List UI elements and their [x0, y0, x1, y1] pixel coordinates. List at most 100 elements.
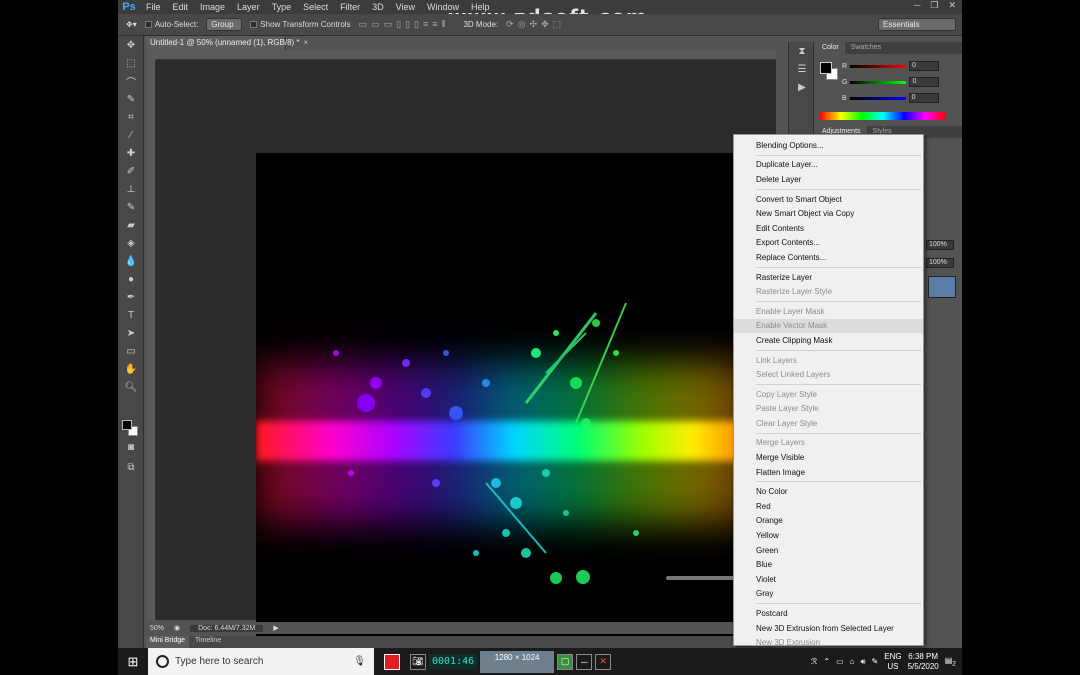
auto-select-checkbox[interactable]: Auto-Select:: [144, 20, 198, 29]
minimize-icon[interactable]: ─: [914, 0, 920, 11]
menu-image[interactable]: Image: [194, 2, 231, 12]
pen-icon[interactable]: ✎: [872, 657, 879, 666]
healing-brush-tool-icon[interactable]: ✚: [118, 144, 144, 162]
blue-value[interactable]: 0: [908, 93, 939, 103]
menu-layer[interactable]: Layer: [231, 2, 266, 12]
red-slider[interactable]: R 0: [842, 60, 940, 72]
network-icon[interactable]: ⌂: [850, 657, 855, 666]
red-value[interactable]: 0: [909, 61, 940, 71]
properties-panel-icon[interactable]: ☰: [789, 60, 815, 78]
status-arrow-icon[interactable]: ▶: [273, 624, 278, 632]
workspace-dropdown[interactable]: Essentials: [878, 18, 956, 31]
scale-3d-icon[interactable]: ⬚: [553, 19, 562, 30]
slide-3d-icon[interactable]: ✥: [541, 19, 549, 30]
align-top-icon[interactable]: ▭: [359, 19, 368, 30]
taskbar-app-red[interactable]: [380, 648, 404, 675]
drag-3d-icon[interactable]: ✣: [530, 19, 538, 30]
context-item-no-color[interactable]: No Color: [734, 484, 923, 499]
quick-select-tool-icon[interactable]: ✎: [118, 90, 144, 108]
context-item-yellow[interactable]: Yellow: [734, 528, 923, 543]
paint-bucket-tool-icon[interactable]: ◈: [118, 234, 144, 252]
align-bottom-icon[interactable]: ▭: [384, 19, 393, 30]
clock[interactable]: 6:38 PM 5/5/2020: [908, 652, 939, 672]
language-indicator[interactable]: ENG US: [884, 652, 901, 672]
windows-start-icon[interactable]: ⊞: [118, 648, 148, 675]
tray-chevron-icon[interactable]: ⌃: [823, 657, 830, 666]
recorder-minimize-icon[interactable]: ─: [576, 653, 593, 670]
document-info[interactable]: Doc: 6.44M/7.32M: [190, 624, 264, 632]
context-item-orange[interactable]: Orange: [734, 514, 923, 529]
menu-filter[interactable]: Filter: [334, 2, 366, 12]
context-item-blending-options[interactable]: Blending Options...: [734, 138, 923, 153]
align-right-icon[interactable]: ▯: [414, 19, 419, 30]
status-icon[interactable]: ◉: [174, 624, 180, 632]
history-panel-icon[interactable]: ⧗: [789, 42, 815, 60]
rotate-3d-icon[interactable]: ⟳: [506, 19, 514, 30]
menu-type[interactable]: Type: [266, 2, 298, 12]
lasso-tool-icon[interactable]: ⌒: [118, 72, 144, 90]
context-item-new-smart-object-via-copy[interactable]: New Smart Object via Copy: [734, 206, 923, 221]
blue-track[interactable]: [849, 96, 906, 100]
context-item-convert-to-smart-object[interactable]: Convert to Smart Object: [734, 192, 923, 207]
context-item-export-contents[interactable]: Export Contents...: [734, 236, 923, 251]
context-item-postcard[interactable]: Postcard: [734, 606, 923, 621]
menu-view[interactable]: View: [390, 2, 421, 12]
context-item-duplicate-layer[interactable]: Duplicate Layer...: [734, 158, 923, 173]
move-tool-icon[interactable]: ✥: [118, 36, 144, 54]
context-item-blue[interactable]: Blue: [734, 557, 923, 572]
green-track[interactable]: [850, 80, 907, 84]
panel-foreground-swatch[interactable]: [820, 62, 832, 74]
transform-controls-checkbox[interactable]: Show Transform Controls: [250, 20, 351, 29]
quick-mask-icon[interactable]: ◙: [118, 438, 144, 456]
screen-mode-icon[interactable]: ⧉: [118, 458, 144, 476]
color-spectrum[interactable]: [820, 112, 946, 120]
context-item-violet[interactable]: Violet: [734, 572, 923, 587]
notification-icon[interactable]: ▤2: [945, 656, 956, 668]
recorder-resolution[interactable]: 1280 × 1024: [480, 650, 555, 673]
actions-panel-icon[interactable]: ▶: [789, 78, 815, 96]
align-middle-icon[interactable]: ▭: [371, 19, 380, 30]
recorder-window-icon[interactable]: ▢: [557, 653, 574, 670]
layer-thumbnail[interactable]: [928, 276, 956, 298]
zoom-level[interactable]: 50%: [150, 625, 164, 632]
context-item-gray[interactable]: Gray: [734, 587, 923, 602]
context-item-merge-visible[interactable]: Merge Visible: [734, 450, 923, 465]
hand-tool-icon[interactable]: ✋: [118, 360, 144, 378]
blue-slider[interactable]: B 0: [842, 92, 939, 104]
volume-icon[interactable]: 🔊︎: [861, 657, 866, 667]
tab-color[interactable]: Color: [816, 42, 845, 54]
marquee-tool-icon[interactable]: ⬚: [118, 54, 144, 72]
crop-tool-icon[interactable]: ⌗: [118, 108, 144, 126]
tab-mini-bridge[interactable]: Mini Bridge: [146, 636, 190, 648]
history-brush-tool-icon[interactable]: ✎: [118, 198, 144, 216]
align-left-icon[interactable]: ▯: [396, 19, 401, 30]
battery-icon[interactable]: ▭: [836, 657, 844, 666]
menu-3d[interactable]: 3D: [366, 2, 390, 12]
tab-timeline[interactable]: Timeline: [191, 636, 225, 648]
dodge-tool-icon[interactable]: ●: [118, 270, 144, 288]
context-item-replace-contents[interactable]: Replace Contents...: [734, 250, 923, 265]
distribute-icon[interactable]: ≡: [432, 19, 437, 30]
context-item-delete-layer[interactable]: Delete Layer: [734, 172, 923, 187]
context-item-rasterize-layer[interactable]: Rasterize Layer: [734, 270, 923, 285]
context-item-flatten-image[interactable]: Flatten Image: [734, 465, 923, 480]
foreground-color-swatch[interactable]: [122, 420, 132, 430]
green-slider[interactable]: G 0: [842, 76, 940, 88]
shape-tool-icon[interactable]: ▭: [118, 342, 144, 360]
context-item-red[interactable]: Red: [734, 499, 923, 514]
menu-edit[interactable]: Edit: [167, 2, 195, 12]
close-tab-icon[interactable]: ×: [304, 38, 309, 47]
menu-select[interactable]: Select: [297, 2, 334, 12]
move-tool-icon[interactable]: ✥▾: [126, 20, 137, 29]
roll-3d-icon[interactable]: ◎: [518, 19, 526, 30]
menu-file[interactable]: File: [140, 2, 167, 12]
green-value[interactable]: 0: [909, 77, 940, 87]
distribute-icon[interactable]: ⦀: [442, 19, 446, 30]
camera-icon[interactable]: 📷︎: [410, 653, 426, 670]
eyedropper-tool-icon[interactable]: ⁄: [118, 126, 144, 144]
taskbar-search-box[interactable]: Type here to search 🎙︎: [148, 648, 374, 675]
auto-select-dropdown[interactable]: Group: [206, 18, 243, 31]
distribute-icon[interactable]: ≡: [423, 19, 428, 30]
blur-tool-icon[interactable]: 💧: [118, 252, 144, 270]
fill-field[interactable]: 100%: [926, 258, 954, 268]
